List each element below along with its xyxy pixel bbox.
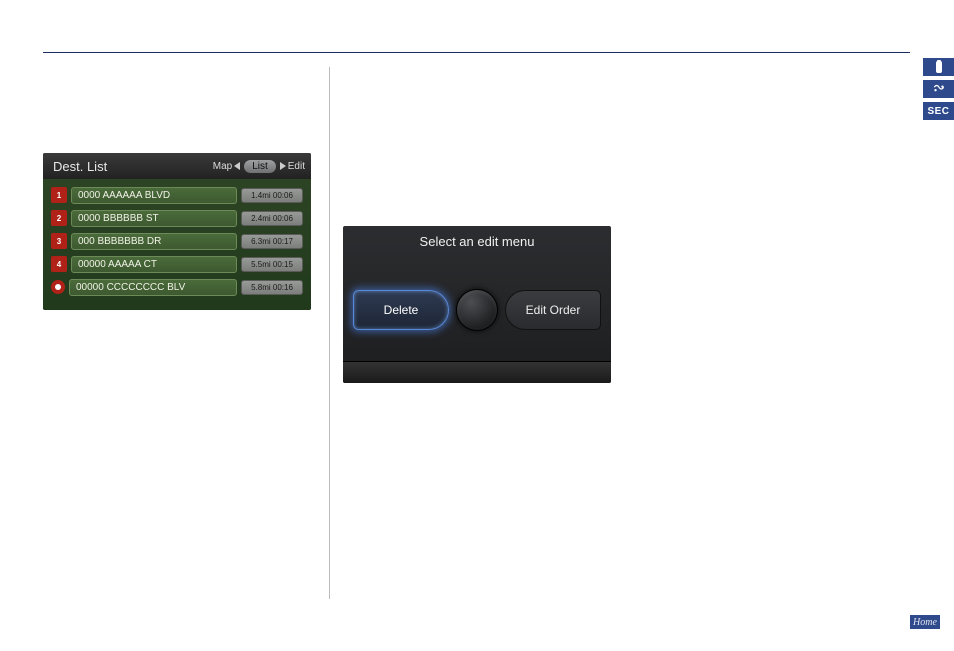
nav-edit[interactable]: Edit bbox=[280, 161, 305, 172]
final-destination-icon bbox=[51, 280, 65, 294]
dest-meta: 6.3mi 00:17 bbox=[241, 234, 303, 249]
arrow-left-icon bbox=[234, 162, 240, 170]
edit-menu-title: Select an edit menu bbox=[343, 226, 611, 258]
nav-map-label: Map bbox=[213, 161, 232, 172]
dest-list-header: Dest. List Map List Edit bbox=[43, 153, 311, 179]
arrow-right-icon bbox=[280, 162, 286, 170]
nav-list[interactable]: List bbox=[244, 160, 276, 173]
dest-name: 0000 AAAAAA BLVD bbox=[71, 187, 237, 204]
dest-row[interactable]: 00000 CCCCCCCC BLV 5.8mi 00:16 bbox=[51, 277, 303, 297]
nav-edit-label: Edit bbox=[288, 161, 305, 172]
waypoint-badge-icon: 1 bbox=[51, 187, 67, 203]
dest-list-screen: Dest. List Map List Edit 1 0000 AAAAAA B… bbox=[43, 153, 311, 310]
rotary-knob-icon[interactable] bbox=[456, 289, 498, 331]
dest-name: 000 BBBBBBB DR bbox=[71, 233, 237, 250]
waypoint-badge-icon: 3 bbox=[51, 233, 67, 249]
edit-menu-row: Delete Edit Order bbox=[343, 258, 611, 361]
dest-row[interactable]: 4 00000 AAAAA CT 5.5mi 00:15 bbox=[51, 254, 303, 274]
waypoint-badge-icon: 4 bbox=[51, 256, 67, 272]
dest-name: 0000 BBBBBB ST bbox=[71, 210, 237, 227]
column-divider bbox=[329, 67, 330, 599]
side-badges: SEC bbox=[923, 58, 954, 120]
dest-list-nav: Map List Edit bbox=[213, 160, 305, 173]
dest-row[interactable]: 3 000 BBBBBBB DR 6.3mi 00:17 bbox=[51, 231, 303, 251]
dest-meta: 2.4mi 00:06 bbox=[241, 211, 303, 226]
edit-menu-bottom-bar bbox=[343, 361, 611, 383]
dest-list-body: 1 0000 AAAAAA BLVD 1.4mi 00:06 2 0000 BB… bbox=[43, 179, 311, 310]
dest-name: 00000 AAAAA CT bbox=[71, 256, 237, 273]
dest-row[interactable]: 1 0000 AAAAAA BLVD 1.4mi 00:06 bbox=[51, 185, 303, 205]
edit-menu-screen: Select an edit menu Delete Edit Order bbox=[343, 226, 611, 383]
delete-button[interactable]: Delete bbox=[353, 290, 449, 330]
dest-meta: 1.4mi 00:06 bbox=[241, 188, 303, 203]
dest-row[interactable]: 2 0000 BBBBBB ST 2.4mi 00:06 bbox=[51, 208, 303, 228]
dest-meta: 5.8mi 00:16 bbox=[241, 280, 303, 295]
waypoint-badge-icon: 2 bbox=[51, 210, 67, 226]
home-link[interactable]: Home bbox=[910, 615, 940, 629]
nav-map[interactable]: Map bbox=[213, 161, 240, 172]
voice-icon[interactable] bbox=[923, 80, 954, 98]
dest-name: 00000 CCCCCCCC BLV bbox=[69, 279, 237, 296]
info-icon[interactable] bbox=[923, 58, 954, 76]
dest-list-title: Dest. List bbox=[53, 159, 107, 174]
edit-order-button[interactable]: Edit Order bbox=[505, 290, 601, 330]
section-badge[interactable]: SEC bbox=[923, 102, 954, 120]
page-rule bbox=[43, 52, 910, 53]
dest-meta: 5.5mi 00:15 bbox=[241, 257, 303, 272]
